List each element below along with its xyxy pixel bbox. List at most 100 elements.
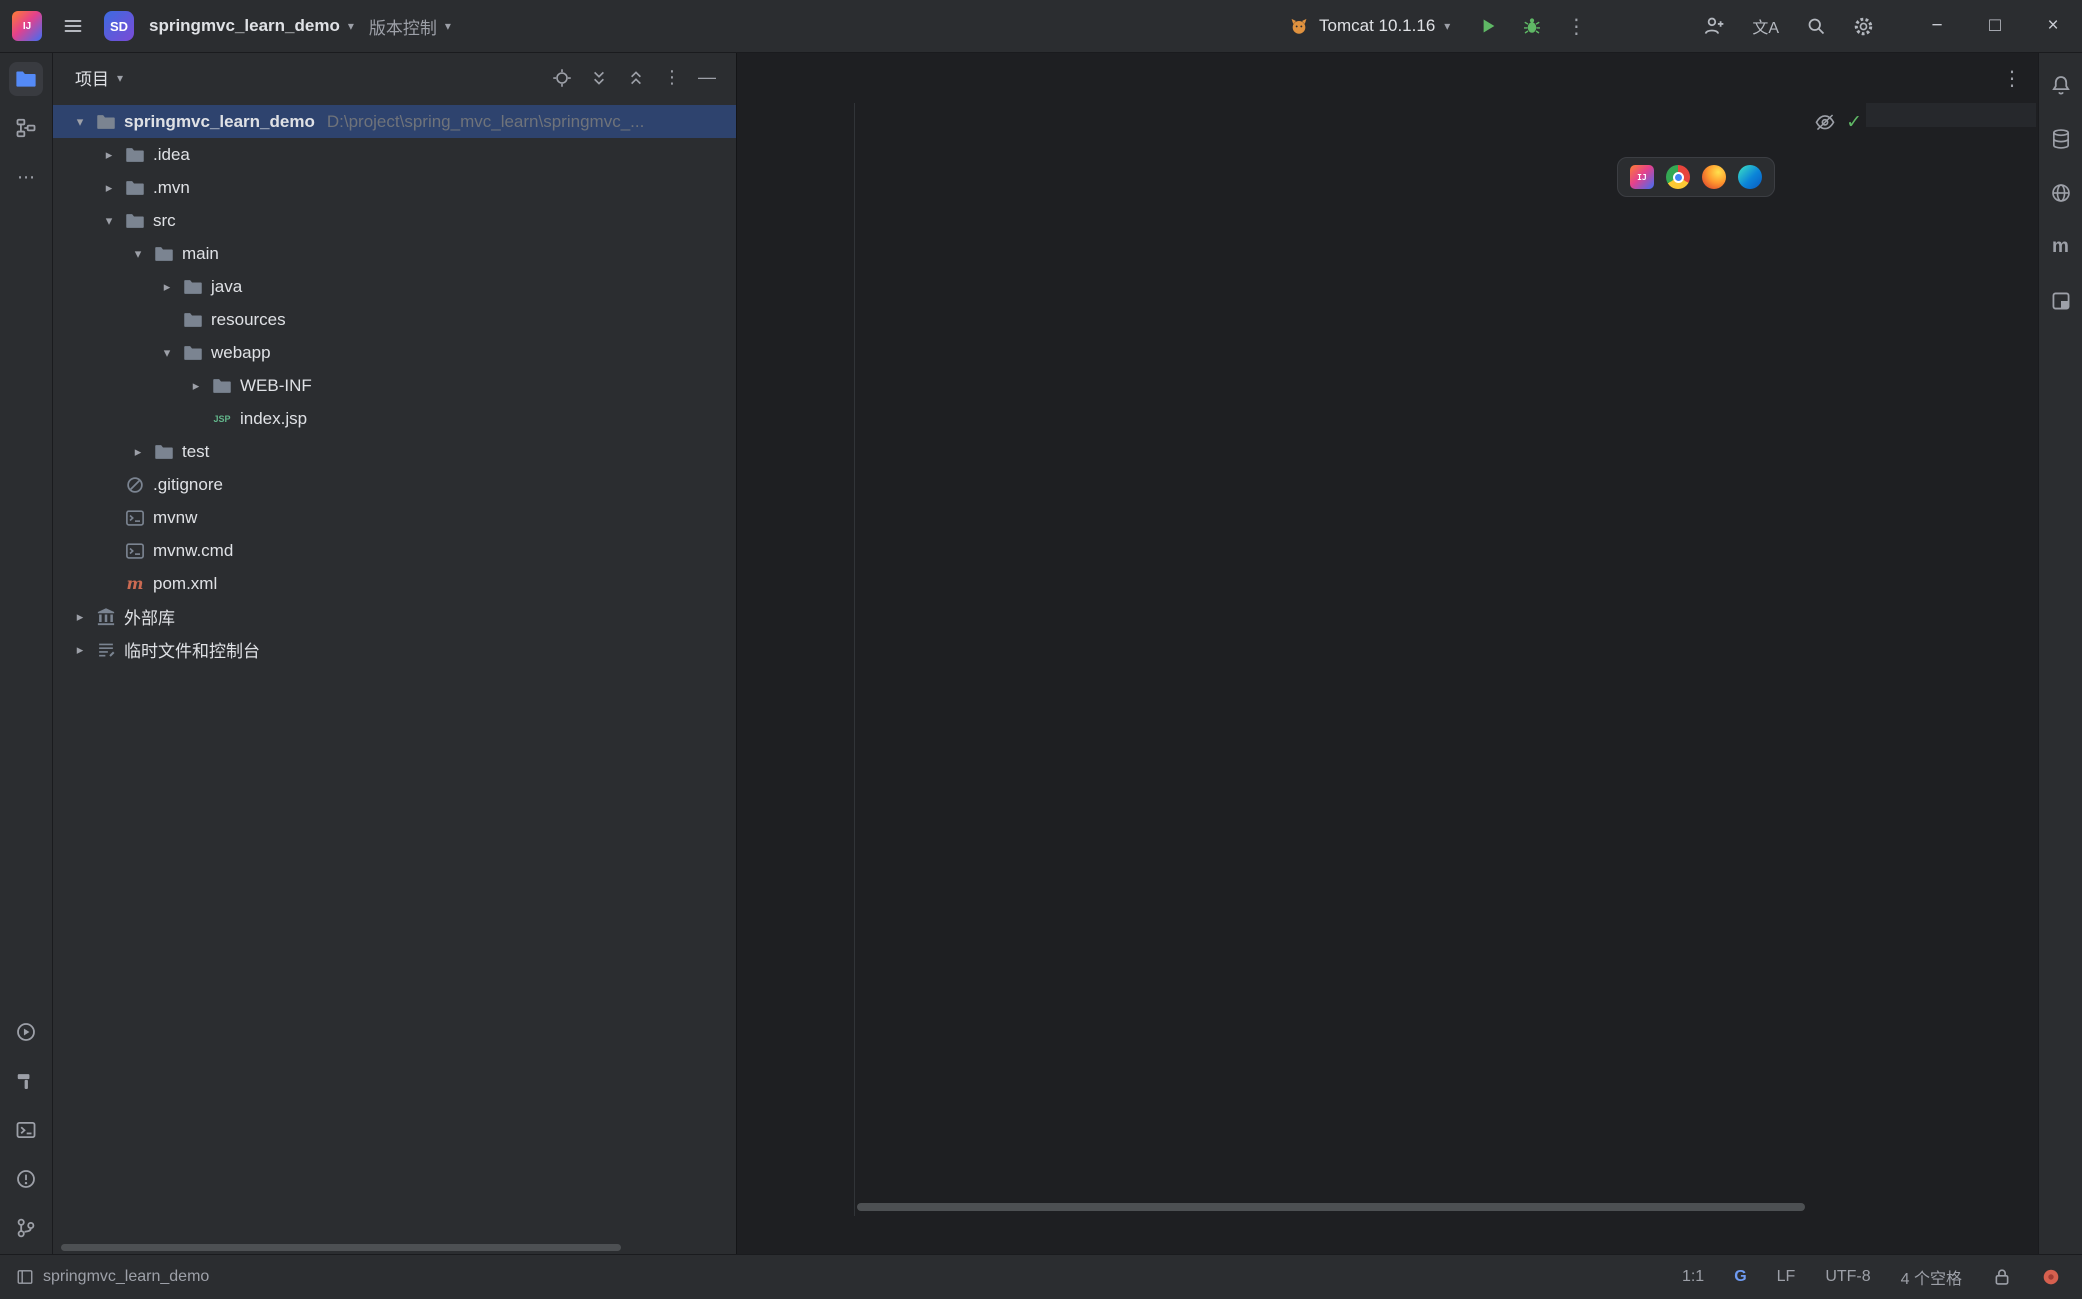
expand-chevron-icon[interactable]: ▸ — [67, 642, 93, 658]
search-icon[interactable] — [1800, 10, 1832, 42]
tree-item-java[interactable]: ▸java — [53, 270, 736, 303]
edge-icon[interactable] — [1738, 165, 1762, 189]
tree-item-.mvn[interactable]: ▸.mvn — [53, 171, 736, 204]
terminal-tool-icon[interactable] — [9, 1113, 43, 1147]
titlebar-right: 文A — [1697, 8, 1880, 44]
minimap[interactable] — [1866, 103, 2036, 127]
tree-item-webapp[interactable]: ▾webapp — [53, 336, 736, 369]
expand-chevron-icon[interactable]: ▸ — [96, 147, 122, 163]
project-badge-icon[interactable]: SD — [104, 11, 134, 41]
tree-item-label: pom.xml — [153, 574, 217, 594]
expand-chevron-icon[interactable]: ▸ — [183, 378, 209, 394]
tool-windows-icon[interactable] — [16, 1268, 34, 1286]
tree-item-WEB-INF[interactable]: ▸ WEB-INF — [53, 369, 736, 402]
lock-icon[interactable] — [1992, 1267, 2012, 1287]
grazie-icon[interactable]: G — [1734, 1268, 1746, 1286]
tree-item-mvnw.cmd[interactable]: mvnw.cmd — [53, 534, 736, 567]
debug-button[interactable] — [1516, 10, 1548, 42]
open-in-browser-popup: IJ — [1617, 157, 1775, 197]
left-activity-bar: ⋯ — [0, 53, 53, 1254]
panel-options-icon[interactable]: ⋮ — [663, 67, 681, 88]
folder-file-icon — [122, 178, 148, 198]
built-in-browser-icon[interactable]: IJ — [1630, 165, 1654, 189]
database-tool-icon[interactable] — [2044, 122, 2078, 156]
horizontal-scrollbar[interactable] — [61, 1244, 621, 1251]
tree-item-label: mvnw.cmd — [153, 541, 233, 561]
code-content — [737, 103, 2038, 1216]
run-button[interactable] — [1472, 10, 1504, 42]
tree-item-label: WEB-INF — [240, 376, 312, 396]
inspections-widget[interactable]: ✓ — [1814, 111, 1862, 133]
notifications-bell-icon[interactable] — [2044, 68, 2078, 102]
tree-item-label: springmvc_learn_demo — [124, 112, 315, 132]
close-button[interactable]: × — [2024, 0, 2082, 52]
chrome-icon[interactable] — [1666, 165, 1690, 189]
settings-gear-icon[interactable] — [1847, 10, 1880, 43]
tree-item-.idea[interactable]: ▸.idea — [53, 138, 736, 171]
git-tool-icon[interactable] — [9, 1211, 43, 1245]
collapse-all-icon[interactable] — [626, 68, 646, 88]
collapse-chevron-icon[interactable]: ▾ — [96, 213, 122, 229]
inspection-eye-icon — [1814, 111, 1836, 133]
line-separator[interactable]: LF — [1777, 1268, 1796, 1286]
translate-icon[interactable]: 文A — [1746, 8, 1785, 44]
tree-item-path: D:\project\spring_mvc_learn\springmvc_..… — [327, 112, 644, 132]
locate-file-icon[interactable] — [552, 68, 572, 88]
horizontal-scrollbar[interactable] — [857, 1203, 1805, 1211]
project-selector[interactable]: springmvc_learn_demo ▾ — [149, 16, 354, 36]
endpoints-globe-icon[interactable] — [2044, 176, 2078, 210]
structure-tool-icon[interactable] — [9, 111, 43, 145]
indent-config[interactable]: 4 个空格 — [1901, 1265, 1962, 1289]
status-project-name: springmvc_learn_demo — [43, 1268, 209, 1286]
code-with-me-icon[interactable] — [1697, 9, 1731, 43]
tree-item-test[interactable]: ▸test — [53, 435, 736, 468]
folder-file-icon — [209, 376, 235, 396]
problems-tool-icon[interactable] — [9, 1162, 43, 1196]
artifacts-tool-icon[interactable] — [2044, 284, 2078, 318]
status-alert-icon[interactable] — [2042, 1268, 2060, 1286]
run-config-selector[interactable]: Tomcat 10.1.16 ▾ — [1278, 9, 1460, 43]
maximize-button[interactable]: □ — [1966, 0, 2024, 52]
folder-file-icon — [180, 343, 206, 363]
expand-all-icon[interactable] — [589, 68, 609, 88]
tree-item-src[interactable]: ▾src — [53, 204, 736, 237]
expand-chevron-icon[interactable]: ▸ — [96, 180, 122, 196]
minimize-button[interactable]: − — [1908, 0, 1966, 52]
editor[interactable]: ✓ IJ — [737, 103, 2038, 1216]
folder-file-icon — [122, 145, 148, 165]
collapse-chevron-icon[interactable]: ▾ — [154, 345, 180, 361]
expand-chevron-icon[interactable]: ▸ — [125, 444, 151, 460]
tree-item-.gitignore[interactable]: .gitignore — [53, 468, 736, 501]
caret-position[interactable]: 1:1 — [1682, 1268, 1704, 1286]
editor-options-icon[interactable]: ⋮ — [1996, 60, 2028, 97]
tree-item-springmvc_learn_demo[interactable]: ▾ springmvc_learn_demo D:\project\spring_m… — [53, 105, 736, 138]
tree-item-pom.xml[interactable]: mpom.xml — [53, 567, 736, 600]
expand-chevron-icon[interactable]: ▸ — [154, 279, 180, 295]
tool-window-title[interactable]: 项目 ▾ — [75, 65, 123, 90]
services-tool-icon[interactable] — [9, 1015, 43, 1049]
firefox-icon[interactable] — [1702, 165, 1726, 189]
build-tool-icon[interactable] — [9, 1064, 43, 1098]
main-menu-button[interactable] — [57, 10, 89, 42]
tree-item-外部库[interactable]: ▸外部库 — [53, 600, 736, 633]
more-actions-button[interactable]: ⋮ — [1560, 8, 1592, 45]
tree-item-mvnw[interactable]: mvnw — [53, 501, 736, 534]
expand-chevron-icon[interactable]: ▸ — [67, 609, 93, 625]
tree-item-临时文件和控制台[interactable]: ▸临时文件和控制台 — [53, 633, 736, 666]
tree-item-label: resources — [211, 310, 286, 330]
tree-item-index.jsp[interactable]: JSPindex.jsp — [53, 402, 736, 435]
ignored-file-icon — [122, 475, 148, 495]
vcs-label: 版本控制 — [369, 14, 437, 39]
hide-panel-icon[interactable]: — — [698, 67, 716, 88]
scratches-file-icon — [93, 640, 119, 660]
project-tool-icon[interactable] — [9, 62, 43, 96]
collapse-chevron-icon[interactable]: ▾ — [67, 114, 93, 130]
file-encoding[interactable]: UTF-8 — [1825, 1268, 1870, 1286]
folder-file-icon — [180, 277, 206, 297]
collapse-chevron-icon[interactable]: ▾ — [125, 246, 151, 262]
more-tools-icon[interactable]: ⋯ — [9, 160, 43, 194]
vcs-selector[interactable]: 版本控制 ▾ — [369, 14, 451, 39]
tree-item-main[interactable]: ▾main — [53, 237, 736, 270]
maven-tool-icon[interactable]: m — [2044, 230, 2078, 264]
tree-item-resources[interactable]: resources — [53, 303, 736, 336]
